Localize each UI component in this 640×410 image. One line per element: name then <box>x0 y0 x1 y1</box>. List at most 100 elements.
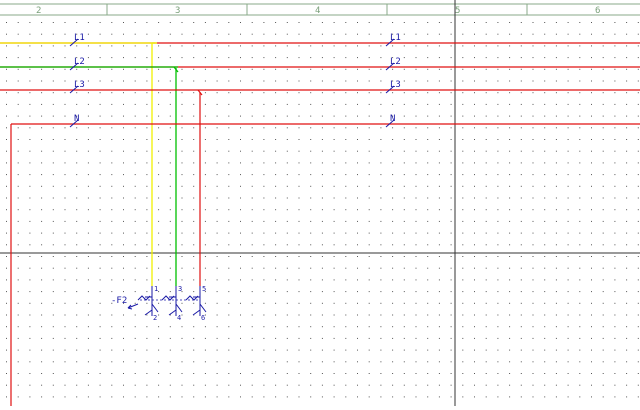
grid-dot <box>134 80 136 82</box>
grid-dot <box>298 139 300 140</box>
grid-dot <box>333 45 335 47</box>
grid-dot <box>555 349 557 351</box>
grid-dot <box>111 197 113 199</box>
grid-dot <box>76 302 78 304</box>
grid-dot <box>544 127 546 129</box>
grid-dot <box>17 22 19 23</box>
grid-dot <box>497 267 499 269</box>
grid-dot <box>602 185 604 187</box>
grid-dot <box>333 326 335 328</box>
schematic-canvas[interactable]: 2 3 4 5 6 L1 L2 L3 N L1 L2 L3 N -F2 1 2 … <box>0 0 640 406</box>
grid-dot <box>99 361 101 363</box>
grid-dot <box>123 174 124 176</box>
grid-dot <box>520 68 522 70</box>
grid-dot <box>263 115 265 117</box>
grid-dot <box>474 244 475 246</box>
grid-dot <box>240 45 241 47</box>
grid-dot <box>474 57 475 59</box>
grid-dot <box>193 185 195 187</box>
grid-dot <box>123 337 124 339</box>
grid-dot <box>333 162 335 164</box>
grid-dot <box>544 384 546 386</box>
grid-dot <box>637 326 639 328</box>
grid-dot <box>579 197 581 199</box>
grid-dot <box>462 197 464 199</box>
grid-dot <box>52 162 54 164</box>
grid-dot <box>134 57 136 59</box>
grid-dot <box>602 337 604 339</box>
grid-dot <box>99 92 101 94</box>
grid-dot <box>123 80 124 82</box>
grid-dot <box>158 185 160 187</box>
grid-dot <box>591 174 592 176</box>
grid-dot <box>485 185 487 187</box>
wire-L1[interactable] <box>0 42 640 286</box>
grid-dot <box>497 174 499 176</box>
grid-dot <box>87 256 89 257</box>
grid-dot <box>158 80 160 82</box>
grid-dot <box>76 68 78 70</box>
grid-dot <box>626 256 628 257</box>
grid-dot <box>368 220 370 222</box>
grid-dot <box>204 302 206 304</box>
grid-dot <box>41 244 43 246</box>
grid-dot <box>392 384 394 386</box>
grid-dot <box>637 80 639 82</box>
grid-dot <box>450 139 452 140</box>
grid-dot <box>17 80 19 82</box>
grid-dot <box>509 174 511 176</box>
grid-dot <box>76 244 78 246</box>
grid-dot <box>64 103 66 105</box>
grid-dot <box>76 396 78 398</box>
grid-dot <box>485 314 487 316</box>
grid-dot <box>403 45 405 47</box>
grid-dot <box>450 80 452 82</box>
grid-dot <box>64 22 66 23</box>
grid-dot <box>193 162 195 164</box>
schematic-sheet[interactable]: 2 3 4 5 6 L1 L2 L3 N L1 L2 L3 N -F2 1 2 … <box>0 0 640 406</box>
grid-dot <box>368 150 370 152</box>
wire-marker-L2-left: L2 <box>69 57 85 71</box>
grid-dot <box>146 115 148 117</box>
grid-dot <box>240 326 241 328</box>
grid-dot <box>228 326 230 328</box>
grid-dot <box>169 337 171 339</box>
grid-dot <box>333 267 335 269</box>
grid-dot <box>345 384 347 386</box>
wire-L3[interactable] <box>0 89 640 286</box>
grid-dot <box>614 314 616 316</box>
grid-dot <box>169 209 171 211</box>
grid-dot <box>497 127 499 129</box>
grid-dot <box>403 326 405 328</box>
grid-dot <box>532 162 534 164</box>
grid-dot <box>626 373 628 374</box>
grid-dot <box>204 22 206 23</box>
grid-dot <box>415 115 417 117</box>
grid-dot <box>275 314 277 316</box>
grid-dot <box>87 220 89 222</box>
grid-dot <box>357 103 358 105</box>
grid-dot <box>614 68 616 70</box>
grid-dot <box>485 68 487 70</box>
wire-marker-L1-left: L1 <box>69 33 85 47</box>
grid-dot <box>368 92 370 94</box>
grid-dot <box>240 314 241 316</box>
grid-dot <box>544 279 546 281</box>
grid-dot <box>216 232 218 234</box>
grid-dot <box>427 302 429 304</box>
grid-dot <box>357 314 358 316</box>
grid-dot <box>193 302 195 304</box>
grid-dot <box>228 22 230 23</box>
grid-dot <box>579 267 581 269</box>
grid-dot <box>544 373 546 374</box>
grid-dot <box>17 68 19 70</box>
grid-dot <box>345 174 347 176</box>
wire-N[interactable] <box>10 123 640 406</box>
grid-dot <box>591 57 592 59</box>
grid-dot <box>532 349 534 351</box>
grid-dot <box>99 244 101 246</box>
grid-dot <box>87 57 89 59</box>
grid-dot <box>427 361 429 363</box>
grid-dot <box>427 279 429 281</box>
grid-dot <box>614 185 616 187</box>
